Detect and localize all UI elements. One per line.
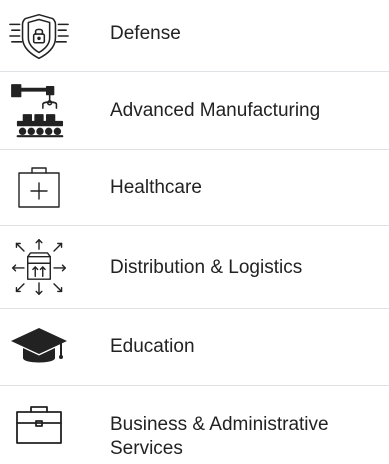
shield-lock-icon [8, 10, 70, 62]
list-item-label: Defense [110, 23, 181, 44]
list-item-advanced-manufacturing[interactable]: Advanced Manufacturing [0, 72, 389, 149]
list-item-label: Advanced Manufacturing [110, 100, 321, 121]
list-item-healthcare[interactable]: Healthcare [0, 150, 389, 225]
list-item-distribution-logistics[interactable]: Distribution & Logistics [0, 226, 389, 308]
industry-list: Defense Advanced Manufacturing Healthcar… [0, 0, 389, 464]
package-distribution-icon [8, 234, 70, 300]
list-item-label: Business & Administrative Services [110, 414, 329, 459]
robotic-arm-conveyor-icon [8, 78, 70, 144]
first-aid-kit-icon [8, 164, 70, 212]
list-item-defense[interactable]: Defense [0, 0, 389, 71]
list-item-label: Healthcare [110, 177, 202, 198]
list-item-label: Education [110, 336, 195, 357]
briefcase-icon [8, 401, 70, 449]
list-item-business-administrative-services[interactable]: Business & Administrative Services [0, 386, 389, 464]
list-item-label: Distribution & Logistics [110, 257, 303, 278]
graduation-cap-icon [8, 324, 70, 370]
list-item-education[interactable]: Education [0, 309, 389, 385]
